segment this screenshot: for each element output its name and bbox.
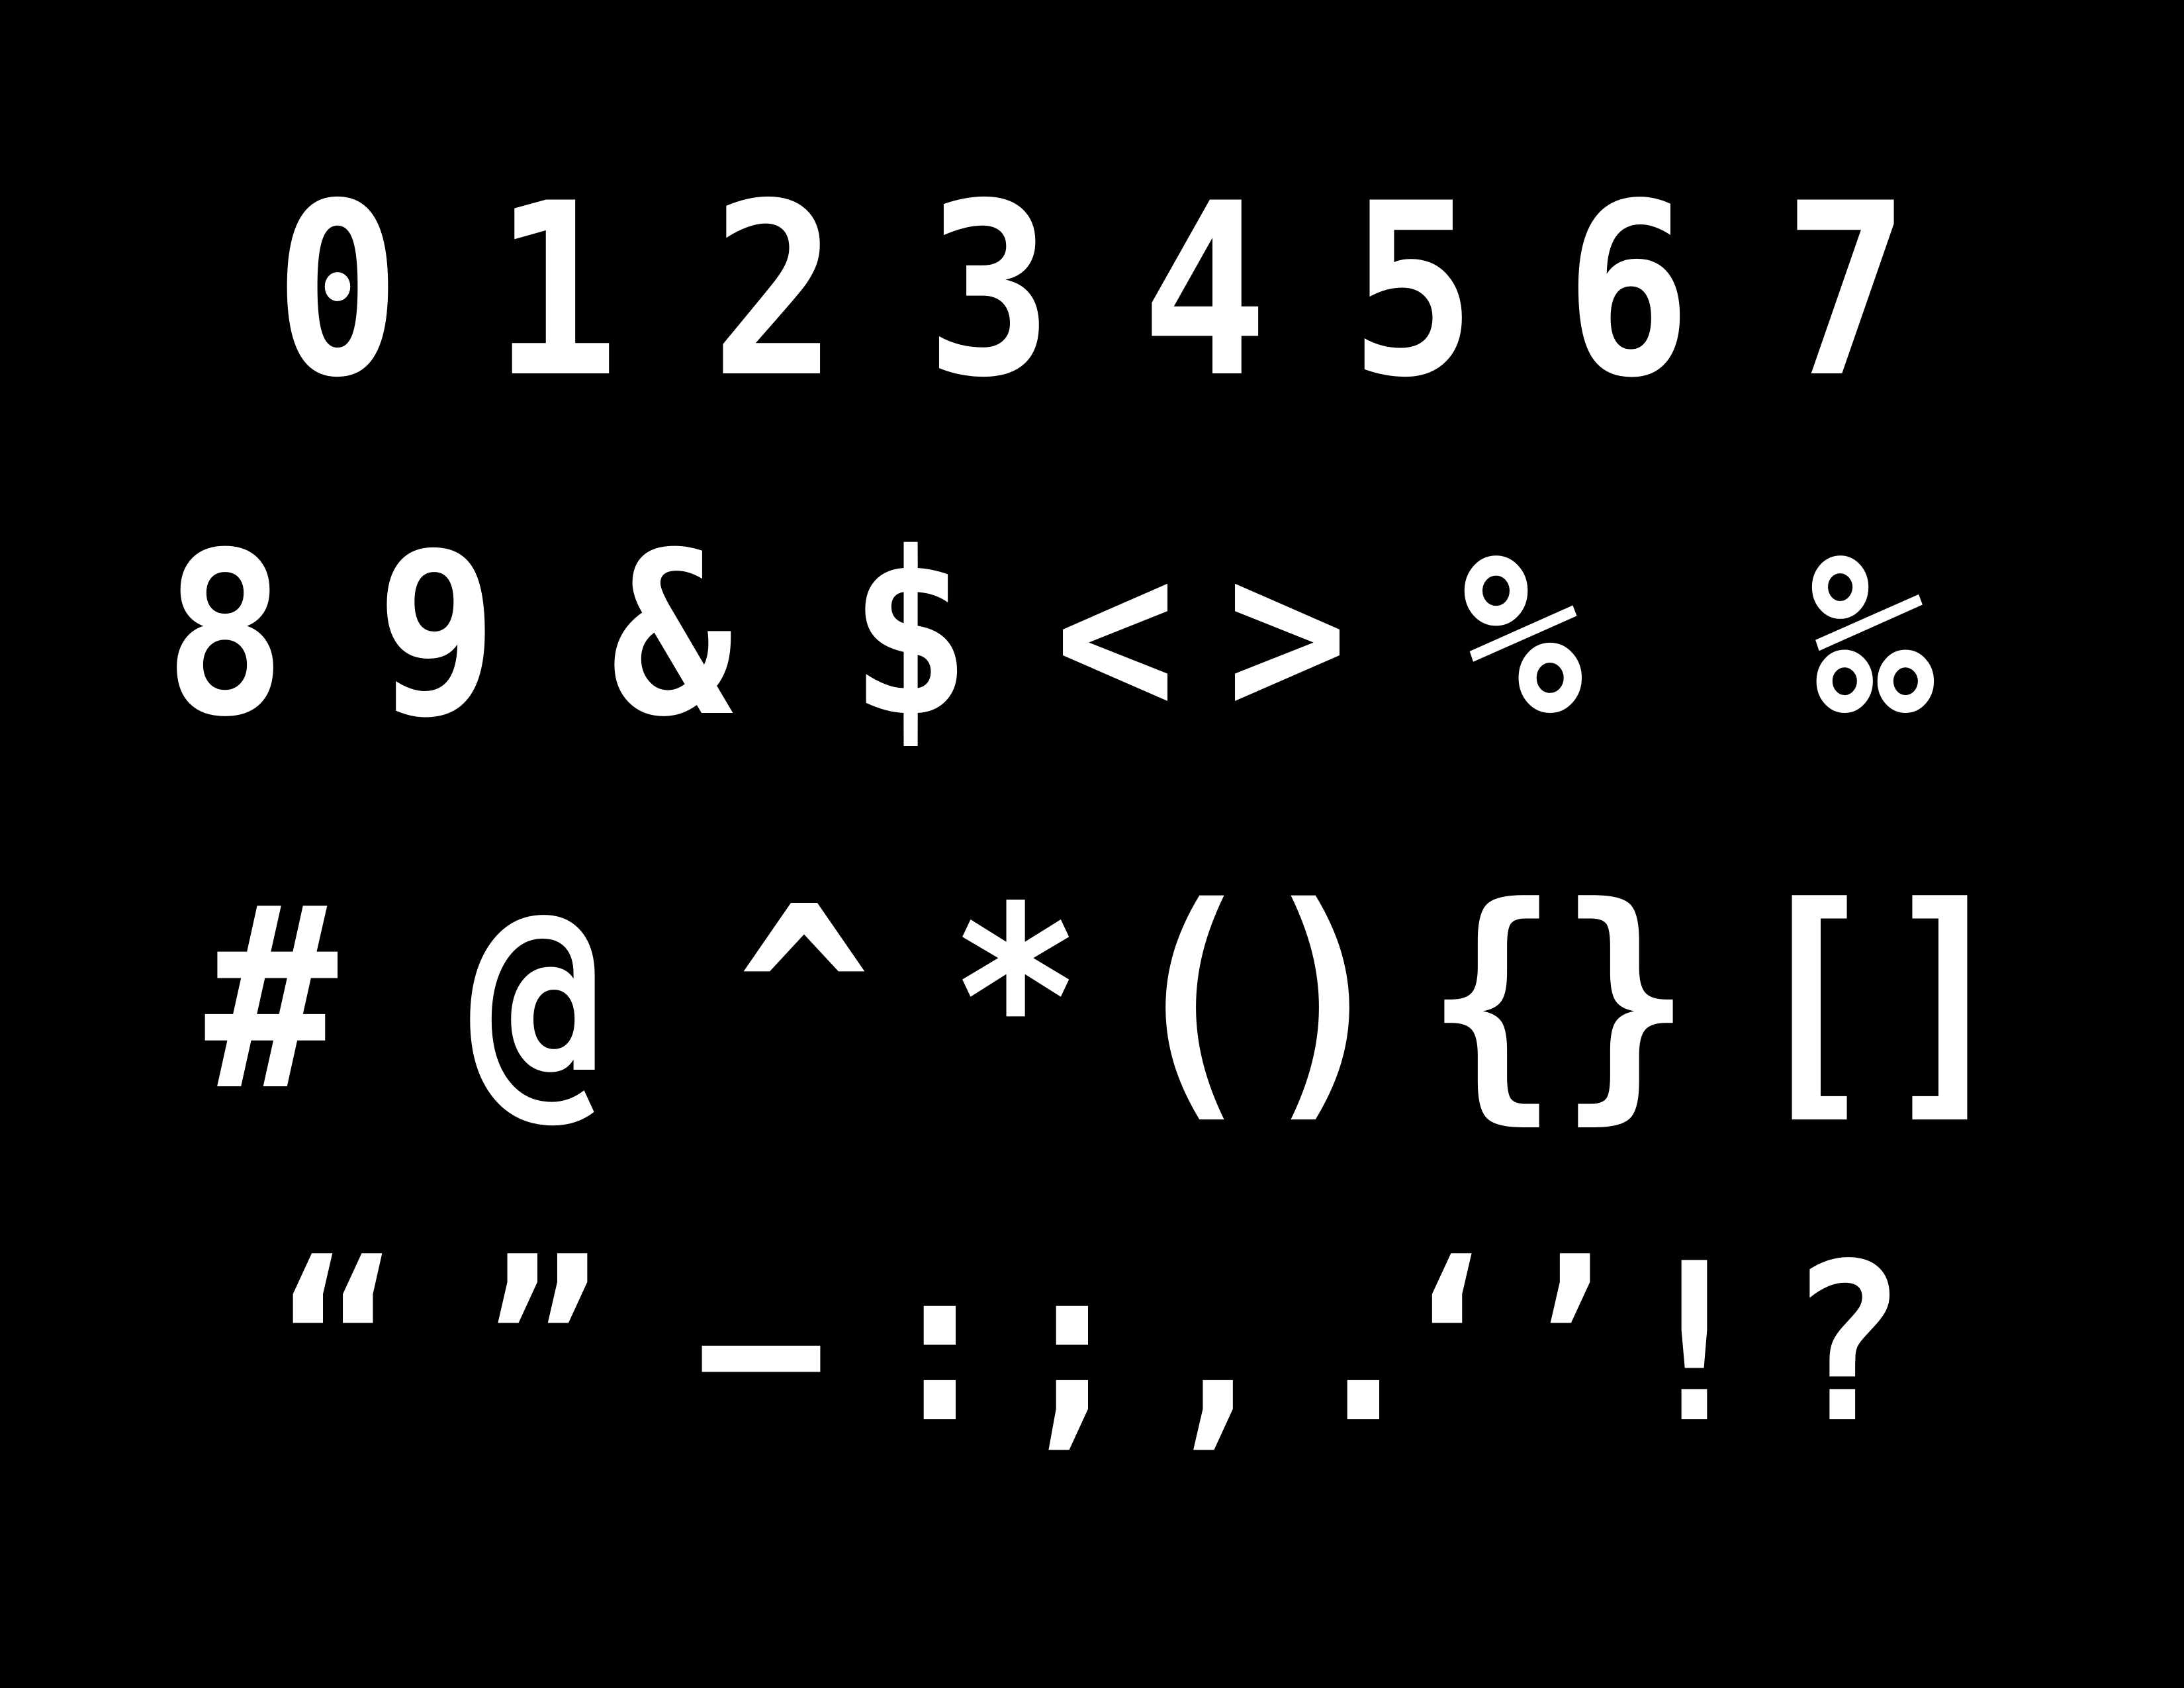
- glyph-six: 6: [1565, 152, 1692, 430]
- glyph-less-than: <: [1054, 504, 1177, 767]
- glyph-single-quotes: ‘’: [1390, 1217, 1627, 1471]
- glyph-period: .: [1304, 1217, 1423, 1471]
- glyph-nine: 9: [375, 504, 498, 767]
- glyph-two: 2: [711, 152, 838, 430]
- glyph-per-mille: ‰: [1811, 504, 1934, 767]
- glyph-hash: #: [205, 853, 338, 1146]
- glyph-square-brackets: []: [1746, 853, 2013, 1146]
- glyph-three: 3: [926, 152, 1053, 430]
- glyph-percent: %: [1461, 504, 1584, 767]
- digits-row: 0 1 2 3 4 5 6 7: [0, 159, 2184, 437]
- glyph-dash: –: [702, 1217, 821, 1471]
- glyph-five: 5: [1349, 152, 1477, 430]
- glyph-colon: :: [880, 1217, 999, 1471]
- glyph-exclamation: !: [1635, 1217, 1754, 1471]
- glyph-left-double-quote: “: [278, 1217, 397, 1471]
- glyph-zero: 0: [274, 152, 401, 430]
- glyph-dollar: $: [848, 504, 972, 767]
- glyph-greater-than: >: [1226, 504, 1349, 767]
- glyph-ampersand: &: [610, 504, 733, 767]
- glyph-eight: 8: [163, 504, 287, 767]
- glyph-curly-braces: {}: [1425, 853, 1692, 1146]
- glyph-right-double-quote: ”: [483, 1217, 602, 1471]
- glyph-specimen-sheet: 0 1 2 3 4 5 6 7 8 9 & $ < > % ‰ # @ ^ * …: [0, 0, 2184, 1688]
- glyph-one: 1: [492, 152, 619, 430]
- glyph-question: ?: [1787, 1217, 1906, 1471]
- glyph-seven: 7: [1783, 152, 1910, 430]
- glyph-parentheses: (): [1124, 853, 1391, 1146]
- glyph-semicolon: ;: [1013, 1217, 1132, 1471]
- symbols-brackets-row: # @ ^ * () {} []: [0, 861, 2184, 1139]
- punctuation-row: “ ” – : ; , . ‘’ ! ?: [0, 1205, 2184, 1483]
- glyph-comma: ,: [1158, 1217, 1277, 1471]
- glyph-asterisk: *: [949, 853, 1083, 1146]
- glyph-at-sign: @: [469, 853, 603, 1146]
- digits-symbols-row: 8 9 & $ < > % ‰: [0, 503, 2184, 781]
- glyph-four: 4: [1141, 152, 1268, 430]
- glyph-caret: ^: [737, 853, 871, 1146]
